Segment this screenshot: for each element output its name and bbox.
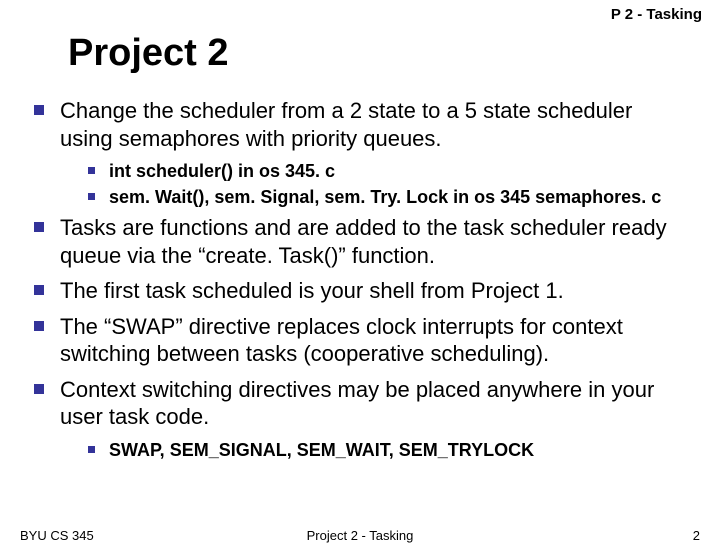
bullet-text: The first task scheduled is your shell f… (60, 277, 686, 305)
header-label: P 2 - Tasking (611, 6, 702, 23)
bullet-list: Tasks are functions and are added to the… (34, 214, 686, 431)
bullet-text: int scheduler() in os 345. c (109, 160, 686, 183)
list-item: Change the scheduler from a 2 state to a… (34, 97, 686, 152)
list-item: The first task scheduled is your shell f… (34, 277, 686, 305)
bullet-text: Tasks are functions and are added to the… (60, 214, 686, 269)
square-bullet-icon (34, 222, 44, 232)
square-bullet-icon (34, 285, 44, 295)
footer-page-number: 2 (693, 528, 700, 543)
list-item: int scheduler() in os 345. c (88, 160, 686, 183)
square-bullet-icon (34, 105, 44, 115)
square-bullet-icon (88, 446, 95, 453)
bullet-text: SWAP, SEM_SIGNAL, SEM_WAIT, SEM_TRYLOCK (109, 439, 686, 462)
bullet-text: Context switching directives may be plac… (60, 376, 686, 431)
list-item: The “SWAP” directive replaces clock inte… (34, 313, 686, 368)
square-bullet-icon (88, 193, 95, 200)
footer-center: Project 2 - Tasking (0, 528, 720, 543)
sub-bullet-list: SWAP, SEM_SIGNAL, SEM_WAIT, SEM_TRYLOCK (88, 439, 686, 462)
bullet-text: The “SWAP” directive replaces clock inte… (60, 313, 686, 368)
list-item: Tasks are functions and are added to the… (34, 214, 686, 269)
list-item: SWAP, SEM_SIGNAL, SEM_WAIT, SEM_TRYLOCK (88, 439, 686, 462)
square-bullet-icon (34, 384, 44, 394)
list-item: Context switching directives may be plac… (34, 376, 686, 431)
bullet-text: sem. Wait(), sem. Signal, sem. Try. Lock… (109, 186, 686, 209)
list-item: sem. Wait(), sem. Signal, sem. Try. Lock… (88, 186, 686, 209)
bullet-list: Change the scheduler from a 2 state to a… (34, 97, 686, 152)
slide-title: Project 2 (68, 32, 686, 75)
bullet-text: Change the scheduler from a 2 state to a… (60, 97, 686, 152)
slide: P 2 - Tasking Project 2 Change the sched… (0, 0, 720, 540)
sub-bullet-list: int scheduler() in os 345. c sem. Wait()… (88, 160, 686, 208)
square-bullet-icon (88, 167, 95, 174)
square-bullet-icon (34, 321, 44, 331)
